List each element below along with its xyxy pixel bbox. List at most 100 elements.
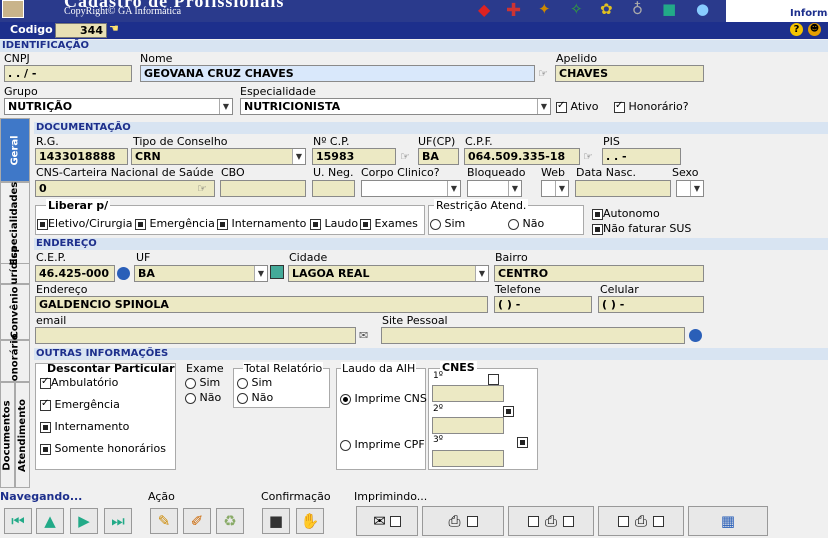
nome-field[interactable]: GEOVANA CRUZ CHAVES (140, 65, 535, 82)
copy-arrow-icon[interactable]: ☞ (400, 150, 410, 163)
bloqueado-select[interactable]: ▼ (467, 180, 522, 197)
autonomo-checkbox[interactable]: Autonomo (592, 207, 660, 220)
ufcp-field[interactable]: BA (418, 148, 459, 165)
pis-field[interactable]: . . - (602, 148, 681, 165)
tab-atendimento[interactable]: Atendimento (15, 382, 30, 488)
codigo-field[interactable]: 344 (55, 23, 107, 38)
globe-icon[interactable]: ● (696, 0, 722, 20)
medical-icon[interactable]: ✿ (600, 0, 626, 20)
cnes-1-checkbox[interactable] (488, 373, 499, 385)
liberar-emergencia[interactable]: Emergência (135, 217, 215, 230)
email-field[interactable] (35, 327, 356, 344)
globe-icon[interactable] (117, 267, 130, 280)
stethoscope-icon[interactable]: ♁ (632, 0, 658, 20)
liberar-eletivo[interactable]: Eletivo/Cirurgia (37, 217, 132, 230)
edit-record-button[interactable]: ✐ (183, 508, 211, 534)
total-sim[interactable]: Sim (237, 376, 272, 389)
last-record-button[interactable]: ⏭ (104, 508, 132, 534)
cep-field[interactable]: 46.425-000 (35, 265, 115, 282)
rg-field[interactable]: 1433018888 (35, 148, 128, 165)
ncp-field[interactable]: 15983 (312, 148, 396, 165)
cnpj-field[interactable]: . . / - (4, 65, 132, 82)
liberar-exames[interactable]: Exames (360, 217, 418, 230)
export-button[interactable]: ▦ (688, 506, 768, 536)
first-record-button[interactable]: ⏮ (4, 508, 32, 534)
apelido-field[interactable]: CHAVES (555, 65, 704, 82)
imprime-cns-radio[interactable]: Imprime CNS (340, 392, 427, 405)
save-button[interactable]: ■ (262, 508, 290, 534)
tool-icon[interactable]: ✦ (538, 0, 564, 20)
sus-icon[interactable]: ■ (662, 0, 688, 20)
back-arrow-icon[interactable]: ◆ (478, 0, 504, 20)
telefone-field[interactable]: ( ) - (494, 296, 592, 313)
tools-icon[interactable]: ✧ (570, 0, 596, 20)
print-button-1[interactable]: ⎙ (422, 506, 504, 536)
new-record-button[interactable]: ✎ (150, 508, 178, 534)
cnes-1-field[interactable] (432, 385, 504, 402)
red-cross-icon[interactable]: ✚ (506, 0, 532, 21)
cancel-button[interactable]: ✋ (296, 508, 324, 534)
grupo-select[interactable]: NUTRIÇÃO ▼ (4, 98, 233, 115)
tab-documentos[interactable]: Documentos (0, 382, 15, 488)
copy-arrow-icon[interactable]: ☞ (538, 67, 548, 80)
liberar-internamento[interactable]: Internamento (217, 217, 306, 230)
user-icon[interactable]: ☻ (808, 23, 821, 36)
next-record-button[interactable]: ▶ (70, 508, 98, 534)
exame-sim[interactable]: Sim (185, 376, 220, 389)
cns-field[interactable]: 0 (35, 180, 215, 197)
uf-select[interactable]: BA ▼ (134, 265, 268, 282)
restricao-sim[interactable]: Sim (430, 217, 465, 230)
descontar-honorarios[interactable]: Somente honorários (40, 442, 166, 455)
email-lookup-icon[interactable]: ✉ (359, 329, 368, 342)
print-button-3[interactable]: ⎙ (598, 506, 684, 536)
honorario-checkbox[interactable]: Honorário? (614, 100, 689, 113)
imprime-cpf-radio[interactable]: Imprime CPF (340, 438, 425, 451)
site-field[interactable] (381, 327, 685, 344)
copyright-text: CopyRight© GA Informática (64, 6, 182, 17)
cnes-2-checkbox[interactable] (502, 405, 514, 417)
liberar-label: Liberar p/ (46, 199, 111, 212)
cnes-2-field[interactable] (432, 417, 504, 434)
tab-honorario[interactable]: Honorário (0, 333, 30, 389)
datanasc-label: Data Nasc. (576, 166, 637, 179)
especialidade-select[interactable]: NUTRICIONISTA ▼ (240, 98, 551, 115)
tab-geral[interactable]: Geral (0, 118, 30, 182)
exame-nao[interactable]: Não (185, 391, 221, 404)
nao-faturar-checkbox[interactable]: Não faturar SUS (592, 222, 691, 235)
cbo-field[interactable] (220, 180, 306, 197)
restricao-nao[interactable]: Não (508, 217, 544, 230)
cnes-3-checkbox[interactable] (517, 436, 528, 448)
bairro-field[interactable]: CENTRO (494, 265, 704, 282)
copy-arrow-icon[interactable]: ☞ (583, 150, 593, 163)
celular-field[interactable]: ( ) - (598, 296, 704, 313)
web-select[interactable]: ▼ (541, 180, 569, 197)
option-label: Internamento (231, 217, 307, 230)
liberar-laudo[interactable]: Laudo (310, 217, 358, 230)
endereco-field[interactable]: GALDENCIO SPINOLA (35, 296, 488, 313)
descontar-emergencia[interactable]: Emergência (40, 398, 120, 411)
map-icon[interactable] (270, 265, 284, 279)
radio-icon (237, 377, 248, 389)
descontar-ambulatorio[interactable]: Ambulatório (40, 376, 118, 389)
corpo-select[interactable]: ▼ (361, 180, 461, 197)
conselho-select[interactable]: CRN ▼ (131, 148, 306, 165)
cidade-select[interactable]: LAGOA REAL ▼ (288, 265, 489, 282)
total-nao[interactable]: Não (237, 391, 273, 404)
descontar-internamento[interactable]: Internamento (40, 420, 129, 433)
globe-icon[interactable] (689, 329, 702, 342)
help-icon[interactable]: ? (790, 23, 803, 36)
cnes-3-field[interactable] (432, 450, 504, 467)
ufcp-label: UF(CP) (418, 135, 456, 148)
datanasc-field[interactable] (575, 180, 671, 197)
delete-record-button[interactable]: ♻ (216, 508, 244, 534)
copy-arrow-icon[interactable]: ☞ (197, 182, 207, 195)
cpf-field[interactable]: 064.509.335-18 (464, 148, 580, 165)
uneg-field[interactable] (312, 180, 355, 197)
print-button-2[interactable]: ⎙ (508, 506, 594, 536)
tab-pjuridica[interactable]: P. Jurídica (0, 246, 30, 301)
sexo-select[interactable]: ▼ (676, 180, 704, 197)
previous-record-button[interactable]: ▲ (36, 508, 64, 534)
ativo-checkbox[interactable]: Ativo (556, 100, 598, 113)
print-preview-button[interactable]: ✉ (356, 506, 418, 536)
tab-convenio[interactable]: Convênio (0, 284, 30, 340)
